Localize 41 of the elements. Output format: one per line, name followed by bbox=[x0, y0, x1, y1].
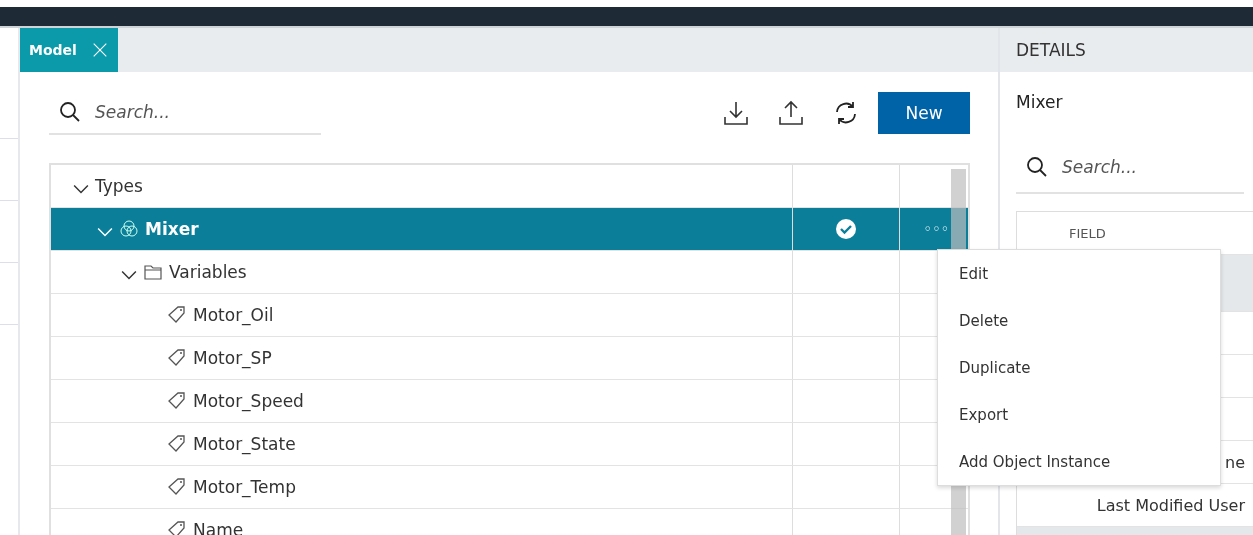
tree-label: Mixer bbox=[145, 219, 199, 239]
tree-label: Types bbox=[95, 176, 143, 196]
tag-icon bbox=[167, 477, 187, 497]
tag-icon bbox=[167, 348, 187, 368]
search-field[interactable]: Search... bbox=[93, 100, 321, 123]
new-button[interactable]: New bbox=[878, 91, 970, 134]
more-button[interactable]: ◦◦◦ bbox=[924, 222, 950, 236]
tree-label: Variables bbox=[169, 262, 247, 282]
details-header: DETAILS bbox=[1000, 28, 1253, 72]
tree-label: Motor_State bbox=[193, 434, 296, 454]
menu-item[interactable]: Duplicate bbox=[938, 344, 1220, 391]
tree-item[interactable]: Motor_Oil bbox=[51, 294, 793, 336]
tag-icon bbox=[167, 391, 187, 411]
tree-item[interactable]: Motor_State bbox=[51, 423, 793, 465]
field-label: ne bbox=[1225, 452, 1245, 472]
tree-item[interactable]: Types bbox=[51, 165, 793, 207]
search-icon bbox=[1026, 156, 1048, 178]
tag-icon bbox=[167, 434, 187, 454]
tree-item[interactable]: Motor_SP bbox=[51, 337, 793, 379]
tag-icon bbox=[167, 520, 187, 535]
circles-icon bbox=[119, 219, 139, 239]
upload-icon[interactable] bbox=[777, 98, 805, 127]
tree-item[interactable]: Variables bbox=[51, 251, 793, 293]
search-field[interactable]: Search... bbox=[1060, 156, 1244, 178]
folder-icon bbox=[143, 262, 163, 282]
tree-label: Motor_Oil bbox=[193, 305, 274, 325]
field-label: Last Modified User bbox=[1096, 495, 1245, 515]
menu-item[interactable]: Delete bbox=[938, 297, 1220, 344]
tree-label: Motor_Temp bbox=[193, 477, 296, 497]
details-name: Mixer bbox=[1015, 91, 1064, 114]
tree-item[interactable]: Mixer bbox=[51, 208, 793, 250]
tag-icon bbox=[167, 305, 187, 325]
search-icon bbox=[59, 100, 81, 123]
menu-item[interactable]: Export bbox=[938, 391, 1220, 438]
tree-item[interactable]: Motor_Speed bbox=[51, 380, 793, 422]
menu-item[interactable]: Edit bbox=[938, 250, 1220, 297]
tree-label: Motor_Speed bbox=[193, 391, 304, 411]
menu-item[interactable]: Add Object Instance bbox=[938, 438, 1220, 485]
column-header: FIELD bbox=[1069, 225, 1106, 241]
tree-label: Motor_SP bbox=[193, 348, 272, 368]
tree-item[interactable]: Motor_Temp bbox=[51, 466, 793, 508]
